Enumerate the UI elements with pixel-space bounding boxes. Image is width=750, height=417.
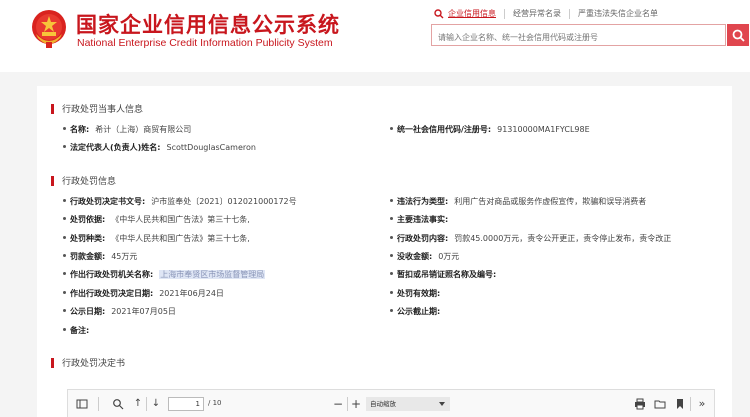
more-tools-icon[interactable]: » — [696, 398, 708, 410]
national-emblem-icon — [32, 10, 66, 48]
field-decision-number: 行政处罚决定书文号: 沪市监奉处〔2021〕012021000172号 — [63, 196, 297, 208]
search-box — [431, 24, 726, 48]
field-legal-rep: 法定代表人(负责人)姓名: ScottDouglasCameron — [63, 142, 256, 154]
search-icon — [434, 9, 444, 19]
search-input[interactable] — [432, 27, 725, 48]
section-title-text: 行政处罚决定书 — [62, 359, 126, 369]
open-file-icon[interactable] — [654, 398, 666, 410]
field-violation-type: 违法行为类型: 利用广告对商品或服务作虚假宣传，欺骗和误导消费者 — [390, 196, 646, 208]
field-fine-amount: 罚款金额: 45万元 — [63, 251, 137, 263]
section-title-decision: 行政处罚决定书 — [51, 356, 125, 369]
nav-enterprise-credit[interactable]: 企业信用信息 — [444, 9, 505, 19]
page-total: / 10 — [208, 399, 222, 407]
search-icon — [732, 29, 745, 42]
field-main-facts: 主要违法事实: — [390, 214, 454, 226]
section-bar — [51, 357, 54, 368]
field-license-suspension: 暂扣或吊销证照名称及编号: — [390, 269, 502, 281]
site-title: 国家企业信用信息公示系统 — [76, 13, 340, 37]
field-decision-date: 作出行政处罚决定日期: 2021年06月24日 — [63, 288, 224, 300]
search-button[interactable] — [727, 24, 749, 46]
content-card: 行政处罚当事人信息 名称: 希计（上海）商贸有限公司 统一社会信用代码/注册号: 9… — [37, 86, 732, 417]
field-penalty-content: 行政处罚内容: 罚款45.0000万元，责令公开更正，责令停止发布，责令改正 — [390, 233, 671, 245]
zoom-select-value: 自动缩放 — [370, 400, 396, 408]
next-page-icon[interactable]: ↓ — [150, 398, 162, 410]
page-number-input[interactable]: 1 — [168, 397, 204, 411]
find-icon[interactable] — [112, 398, 124, 410]
section-bar — [51, 175, 54, 186]
site-header: 国家企业信用信息公示系统 National Enterprise Credit … — [0, 0, 750, 72]
section-title-party: 行政处罚当事人信息 — [51, 102, 143, 115]
field-name: 名称: 希计（上海）商贸有限公司 — [63, 124, 191, 136]
site-title-en: National Enterprise Credit Information P… — [77, 37, 333, 49]
document-viewer-toolbar: ↑ ↓ 1 / 10 − + 自动缩放 » — [67, 389, 715, 417]
field-penalty-type: 处罚种类: 《中华人民共和国广告法》第三十七条, — [63, 233, 250, 245]
field-credit-code: 统一社会信用代码/注册号: 91310000MA1FYCL98E — [390, 124, 590, 136]
field-remarks: 备注: — [63, 325, 95, 337]
zoom-select[interactable]: 自动缩放 — [366, 397, 450, 411]
field-confiscation-amount: 没收金额: 0万元 — [390, 251, 459, 263]
section-title-text: 行政处罚信息 — [62, 177, 117, 187]
zoom-in-icon[interactable]: + — [350, 398, 362, 410]
field-penalty-basis: 处罚依据: 《中华人民共和国广告法》第三十七条, — [63, 214, 250, 226]
field-authority: 作出行政处罚机关名称: 上海市奉贤区市场监督管理局 — [63, 269, 266, 281]
field-penalty-validity: 处罚有效期: — [390, 288, 446, 300]
nav-abnormal-list[interactable]: 经营异常名录 — [505, 9, 570, 19]
previous-page-icon[interactable]: ↑ — [132, 398, 144, 410]
print-icon[interactable] — [634, 398, 646, 410]
chevron-down-icon — [439, 402, 445, 406]
section-title-text: 行政处罚当事人信息 — [62, 105, 144, 115]
nav-serious-violation-list[interactable]: 严重违法失信企业名单 — [570, 9, 666, 19]
field-publicity-deadline: 公示截止期: — [390, 306, 446, 318]
bookmark-icon[interactable] — [674, 398, 686, 410]
top-nav: 企业信用信息 经营异常名录 严重违法失信企业名单 — [434, 9, 666, 19]
sidebar-toggle-icon[interactable] — [76, 398, 88, 410]
zoom-out-icon[interactable]: − — [332, 398, 344, 410]
field-publicity-date: 公示日期: 2021年07月05日 — [63, 306, 176, 318]
section-title-penalty: 行政处罚信息 — [51, 174, 116, 187]
section-bar — [51, 103, 54, 114]
